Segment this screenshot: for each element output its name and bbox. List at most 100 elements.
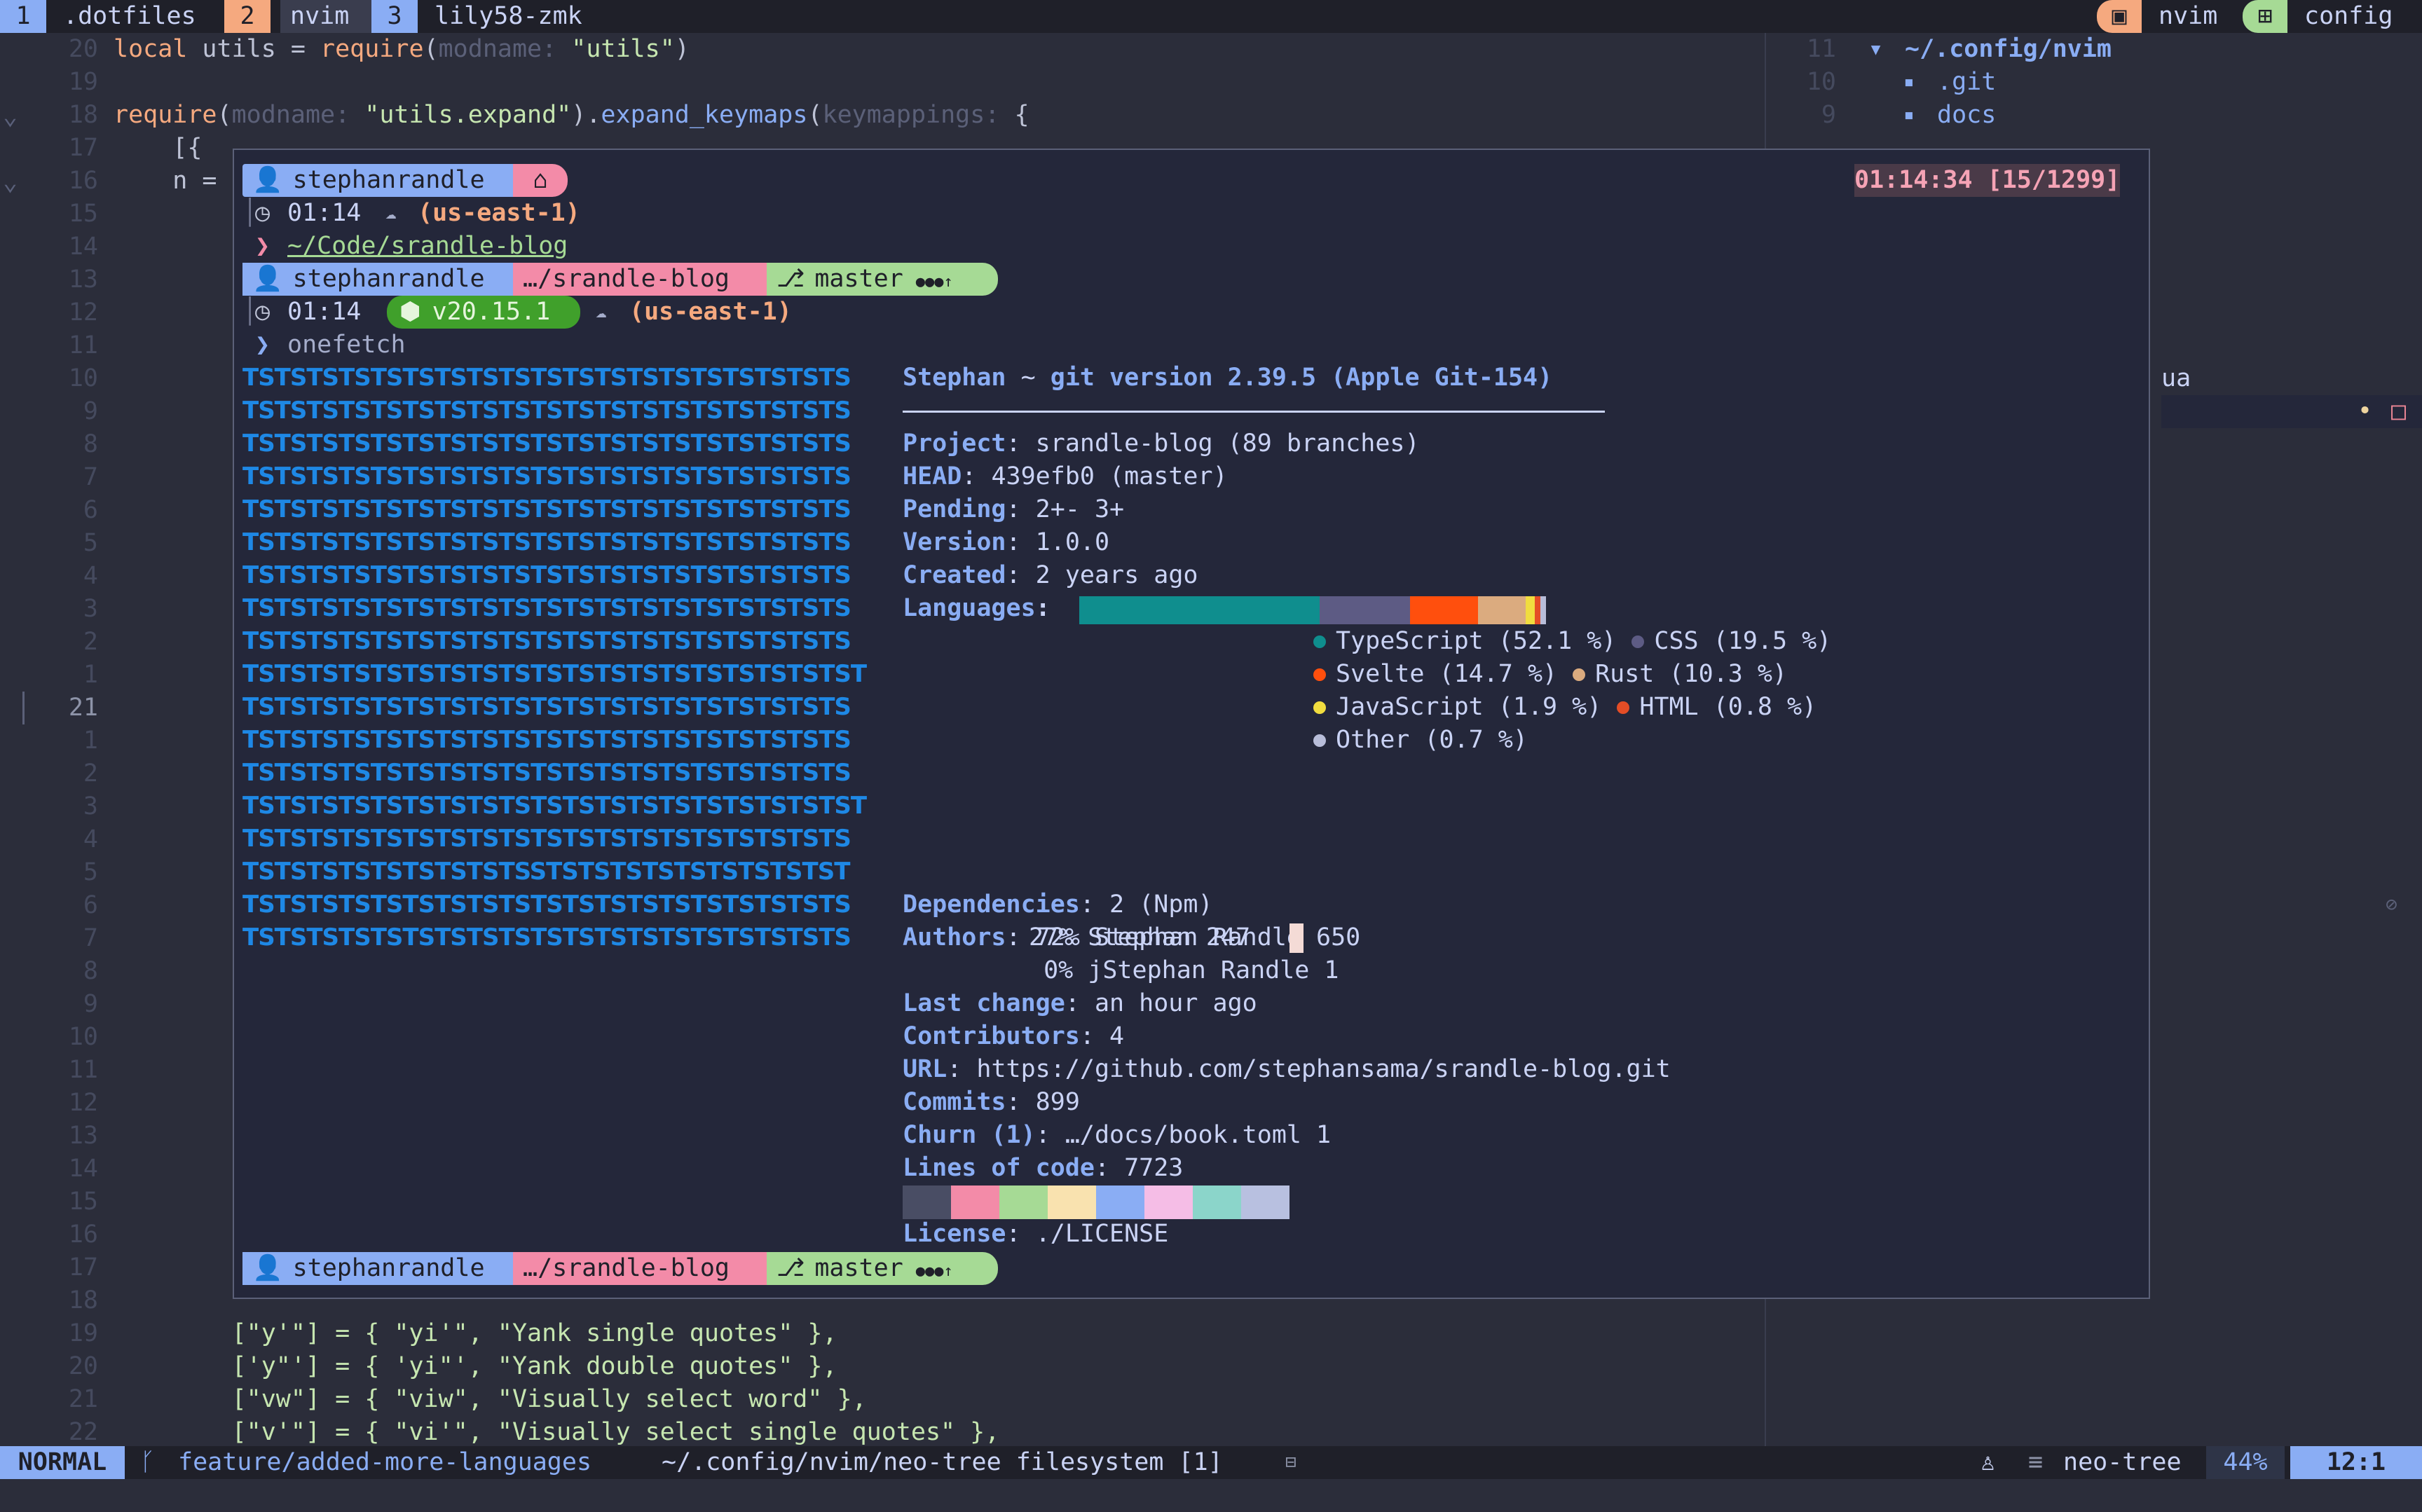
line-number: 15 xyxy=(68,200,98,228)
info-key: Contributors xyxy=(903,1022,1080,1050)
code-line[interactable]: ["y'"] = { "yi'", "Yank single quotes" }… xyxy=(114,1317,837,1350)
language-name: Rust xyxy=(1595,660,1655,688)
user-icon: 👤 xyxy=(252,1254,283,1282)
ascii-row: TSTSTSTSTSTSTSTSTSTSTSTSTSTSTSTSTSTSTS xyxy=(242,726,851,754)
prompt-branch: master xyxy=(814,265,903,293)
tmux-tab-2-name[interactable]: nvim xyxy=(280,0,374,33)
tree-item-docs[interactable]: docs xyxy=(1937,99,1996,132)
git-status-icons: ●●●↑ xyxy=(915,273,953,291)
line-number: 8 xyxy=(83,957,98,985)
prompt-user-segment: 👤 stephanrandle xyxy=(242,164,513,197)
info-row: Version: 1.0.0 xyxy=(903,526,1109,559)
collapse-icon: ⊟ xyxy=(1285,1452,1296,1473)
info-key: Lines of code xyxy=(903,1154,1095,1182)
line-number: 22 xyxy=(68,1418,98,1446)
code-line[interactable]: n = xyxy=(114,165,217,198)
language-bar-segment xyxy=(1540,596,1546,624)
line-number: 11 xyxy=(68,1056,98,1084)
fold-icon[interactable]: ⌄ xyxy=(3,166,18,199)
code-line[interactable]: ['y"'] = { 'yi"', "Yank double quotes" }… xyxy=(114,1350,837,1383)
tree-item-git[interactable]: .git xyxy=(1937,66,1996,99)
line-number: 21 xyxy=(68,694,98,722)
language-legend-row: TypeScript (52.1 %) CSS (19.5 %) xyxy=(1313,625,1831,658)
line-number: 1 xyxy=(83,661,98,689)
info-colon: : xyxy=(1006,561,1036,589)
info-key: Last change xyxy=(903,989,1065,1017)
info-colon: : xyxy=(1006,528,1036,556)
language-name: TypeScript xyxy=(1336,627,1484,655)
language-dot-icon xyxy=(1313,701,1326,714)
onefetch-sep: ~ xyxy=(1020,364,1036,392)
line-number: 10 xyxy=(1806,68,1836,96)
ascii-row: TSTSTSTSTSTSTSTSTSTSTSTSTSTSTSTSTSTSTS xyxy=(242,627,851,655)
palette-swatch xyxy=(903,1185,951,1219)
info-colon: : xyxy=(1079,891,1110,919)
info-key: Churn (1) xyxy=(903,1121,1036,1149)
tmux-tab-3-name[interactable]: lily58-zmk xyxy=(435,0,582,33)
info-value: srandle-blog (89 branches) xyxy=(1035,429,1420,458)
prompt-arrow-icon: ❯ xyxy=(255,232,271,260)
code-line[interactable]: local utils = require(modname: "utils") xyxy=(114,33,690,66)
info-row: URL: https://github.com/stephansama/sran… xyxy=(903,1053,1671,1086)
node-version-segment: ⬢ v20.15.1 xyxy=(387,296,580,329)
ascii-row: TSTSTSTSTSTSTSTSTSTSTSTSTSTSTSTSTSTSTS xyxy=(242,891,851,919)
line-number: 18 xyxy=(68,1286,98,1314)
prompt-branch: master xyxy=(814,1254,903,1282)
code-line[interactable]: ["vw"] = { "viw", "Visually select word"… xyxy=(114,1383,867,1416)
tmux-tab-1-name[interactable]: .dotfiles xyxy=(63,0,196,33)
language-dot-icon xyxy=(1313,668,1326,681)
info-row: Created: 2 years ago xyxy=(903,559,1198,592)
ascii-row: TSTSTSTSTSTSTSTSTSTSTSTSTSTSTSTSTSTSTS xyxy=(242,528,851,556)
code-line[interactable]: ["v'"] = { "vi'", "Visually select singl… xyxy=(114,1416,1000,1449)
info-colon: : xyxy=(947,1055,977,1083)
git-branch[interactable]: feature/added-more-languages xyxy=(178,1446,591,1479)
line-number: 20 xyxy=(68,1352,98,1380)
language-bar-segment xyxy=(1535,596,1541,624)
language-percent: (10.3 %) xyxy=(1669,660,1788,688)
line-number: 5 xyxy=(83,529,98,557)
tree-item-root[interactable]: ~/.config/nvim xyxy=(1905,33,2112,66)
language-name: JavaScript xyxy=(1336,693,1484,721)
modified-dot-icon: • xyxy=(2358,397,2373,425)
language-bar-segment xyxy=(1079,596,1320,624)
prompt-user-segment: 👤 stephanrandle xyxy=(242,263,513,296)
linux-icon: ♙ xyxy=(1980,1448,1996,1476)
line-number: 6 xyxy=(83,496,98,524)
tmux-tab-3-number[interactable]: 3 xyxy=(371,0,418,33)
line-number: 12 xyxy=(68,298,98,327)
tmux-status-bar: 1 .dotfiles 2 nvim 3 lily58-zmk ▣ nvim ⊞… xyxy=(0,0,2422,33)
language-dot-icon xyxy=(1313,734,1326,747)
line-number: 8 xyxy=(83,430,98,458)
tmux-tab-1-number[interactable]: 1 xyxy=(0,0,46,33)
language-legend-row: Svelte (14.7 %) Rust (10.3 %) xyxy=(1313,658,1787,691)
info-row: Contributors: 4 xyxy=(903,1020,1124,1053)
prompt-path-segment: …/srandle-blog xyxy=(513,1252,767,1285)
language-name: Svelte xyxy=(1336,660,1425,688)
node-version: v20.15.1 xyxy=(432,298,551,326)
aws-icon: ☁ xyxy=(596,301,607,322)
fold-icon[interactable]: ⌄ xyxy=(3,100,18,133)
line-number: 1 xyxy=(83,727,98,755)
info-colon: : xyxy=(1094,1154,1125,1182)
line-number: 2 xyxy=(83,760,98,788)
languages-bar xyxy=(1079,596,1546,624)
info-key-languages: Languages: xyxy=(903,594,1051,622)
info-value: https://github.com/stephansama/srandle-b… xyxy=(976,1055,1671,1083)
node-icon: ⬢ xyxy=(399,298,421,326)
floating-terminal[interactable]: 01:14:34 [15/1299] 👤 stephanrandle ⌂ │ ◷ … xyxy=(233,149,2150,1299)
code-line[interactable]: require(modname: "utils.expand").expand_… xyxy=(114,99,1029,132)
line-number: 10 xyxy=(68,364,98,392)
ascii-row: TSTSTSTSTSTSTSTSTSTSTSTSTSTSTSTSTSTSTS xyxy=(242,364,851,392)
color-palette xyxy=(903,1185,1289,1219)
ascii-row: TSTSTSTSTSTSTSTSTSTSTSTSTSTSTSTSTSTSTS xyxy=(242,923,851,951)
info-row: Dependencies: 2 (Npm) xyxy=(903,888,1213,921)
nvim-statusline: NORMAL ᚴ feature/added-more-languages ~/… xyxy=(0,1446,2422,1479)
language-dot-icon xyxy=(1573,668,1586,681)
language-percent: (19.5 %) xyxy=(1713,627,1832,655)
code-line[interactable]: [{ xyxy=(114,132,202,165)
line-number: 15 xyxy=(68,1188,98,1216)
info-colon: : xyxy=(1079,1022,1110,1050)
language-name: CSS xyxy=(1654,627,1699,655)
tmux-tab-2-number[interactable]: 2 xyxy=(224,0,271,33)
square-icon: □ xyxy=(2391,397,2407,425)
